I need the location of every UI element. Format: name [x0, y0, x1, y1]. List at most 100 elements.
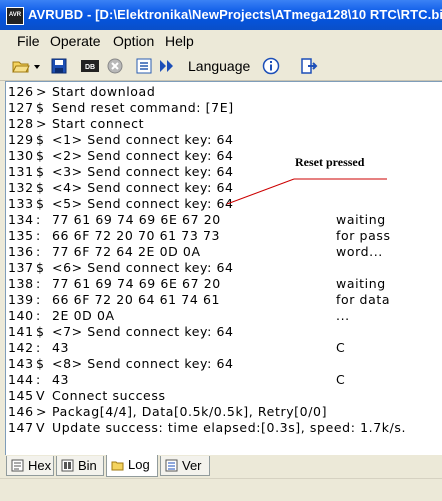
title-bar[interactable]: AVR AVRUBD - [D:\Elektronika\NewProjects…	[0, 0, 442, 30]
menu-file[interactable]: File	[17, 33, 40, 49]
log-line: 136:77 6F 72 64 2E 0D 0A word...	[6, 243, 442, 259]
log-marker: V	[36, 388, 46, 403]
log-text: Update success: time elapsed:[0.3s], spe…	[52, 420, 407, 435]
bin-icon	[61, 459, 74, 472]
log-line: 142:43 C	[6, 339, 442, 355]
line-number: 133	[8, 196, 34, 211]
log-line: 130 $ <2> Send connect key: 64	[6, 147, 442, 163]
log-text: <4> Send connect key: 64	[52, 180, 234, 195]
open-folder-icon[interactable]	[12, 57, 30, 75]
line-number: 146	[8, 404, 34, 419]
log-line: 146 > Packag[4/4], Data[0.5k/0.5k], Retry[…	[6, 403, 442, 419]
line-number: 138	[8, 276, 34, 291]
log-line: 143 $ <8> Send connect key: 64	[6, 355, 442, 371]
log-ascii: C	[336, 340, 346, 355]
log-marker: :	[36, 212, 41, 227]
log-marker: $	[36, 164, 45, 179]
stop-icon[interactable]	[106, 57, 124, 75]
line-number: 126	[8, 84, 34, 99]
tab-log[interactable]: Log	[106, 455, 158, 477]
log-text: <6> Send connect key: 64	[52, 260, 234, 275]
log-text: 66 6F 72 20 64 61 74 61	[52, 292, 221, 307]
log-marker: $	[36, 356, 45, 371]
log-line: 140:2E 0D 0A...	[6, 307, 442, 323]
hex-icon	[11, 459, 24, 472]
line-number: 134	[8, 212, 34, 227]
tab-bin[interactable]: Bin	[56, 456, 104, 476]
line-number: 139	[8, 292, 34, 307]
line-number: 130	[8, 148, 34, 163]
log-text: 77 61 69 74 69 6E 67 20	[52, 212, 221, 227]
log-text: Send reset command: [7E]	[52, 100, 234, 115]
log-ascii: waiting	[336, 212, 386, 227]
log-marker: :	[36, 244, 41, 259]
dos-icon[interactable]: DB	[80, 57, 100, 75]
log-line: 141 $ <7> Send connect key: 64	[6, 323, 442, 339]
line-number: 142	[8, 340, 34, 355]
log-marker: $	[36, 324, 45, 339]
log-marker: $	[36, 132, 45, 147]
log-text: 77 6F 72 64 2E 0D 0A	[52, 244, 201, 259]
log-marker: $	[36, 100, 45, 115]
log-marker: :	[36, 228, 41, 243]
log-text: <2> Send connect key: 64	[52, 148, 234, 163]
dropdown-arrow-icon[interactable]	[33, 57, 41, 75]
tab-hex[interactable]: Hex	[6, 456, 54, 476]
log-marker: :	[36, 308, 41, 323]
log-text: 2E 0D 0A	[52, 308, 115, 323]
log-text: 43	[52, 340, 70, 355]
window-title: AVRUBD - [D:\Elektronika\NewProjects\ATm…	[28, 7, 442, 22]
svg-text:DB: DB	[85, 64, 95, 71]
exit-icon[interactable]	[300, 57, 318, 75]
log-line: 127 $ Send reset command: [7E]	[6, 99, 442, 115]
line-number: 127	[8, 100, 34, 115]
log-line: 134:77 61 69 74 69 6E 67 20 waiting	[6, 211, 442, 227]
menu-help[interactable]: Help	[165, 33, 194, 49]
log-text: Start connect	[52, 116, 145, 131]
line-number: 136	[8, 244, 34, 259]
info-icon[interactable]	[262, 57, 280, 75]
log-text: <5> Send connect key: 64	[52, 196, 234, 211]
log-text: <7> Send connect key: 64	[52, 324, 234, 339]
line-number: 132	[8, 180, 34, 195]
log-ascii: word...	[336, 244, 383, 259]
save-icon[interactable]	[50, 57, 68, 75]
menu-operate[interactable]: Operate	[50, 33, 101, 49]
line-number: 131	[8, 164, 34, 179]
log-ascii: waiting	[336, 276, 386, 291]
fast-forward-icon[interactable]	[158, 57, 176, 75]
log-marker: :	[36, 292, 41, 307]
log-line: 126 > Start download	[6, 83, 442, 99]
log-marker: $	[36, 180, 45, 195]
app-icon: AVR	[6, 7, 24, 25]
log-marker: :	[36, 276, 41, 291]
log-text: Start download	[52, 84, 156, 99]
log-line: 139:66 6F 72 20 64 61 74 61 for data	[6, 291, 442, 307]
line-number: 147	[8, 420, 34, 435]
line-number: 137	[8, 260, 34, 275]
language-label[interactable]: Language	[188, 58, 250, 74]
log-line: 135:66 6F 72 20 70 61 73 73 for pass	[6, 227, 442, 243]
line-number: 128	[8, 116, 34, 131]
annotation-label: Reset pressed	[295, 155, 365, 169]
log-ascii: for pass	[336, 228, 391, 243]
menu-option[interactable]: Option	[113, 33, 154, 49]
log-marker: >	[36, 84, 48, 99]
status-bar	[0, 478, 442, 501]
log-line: 128 > Start connect	[6, 115, 442, 131]
log-line: 133 $ <5> Send connect key: 64	[6, 195, 442, 211]
log-line: 129 $ <1> Send connect key: 64	[6, 131, 442, 147]
log-view[interactable]: 126 > Start download 127 $ Send reset command…	[5, 81, 442, 456]
log-marker: >	[36, 116, 48, 131]
log-text: 43	[52, 372, 70, 387]
log-marker: $	[36, 260, 45, 275]
line-number: 145	[8, 388, 34, 403]
log-text: <8> Send connect key: 64	[52, 356, 234, 371]
log-marker: :	[36, 372, 41, 387]
log-line: 137 $ <6> Send connect key: 64	[6, 259, 442, 275]
log-line: 138:77 61 69 74 69 6E 67 20 waiting	[6, 275, 442, 291]
line-number: 141	[8, 324, 34, 339]
tab-ver[interactable]: Ver	[160, 456, 210, 476]
log-line: 132 $ <4> Send connect key: 64	[6, 179, 442, 195]
list-icon[interactable]	[135, 57, 153, 75]
